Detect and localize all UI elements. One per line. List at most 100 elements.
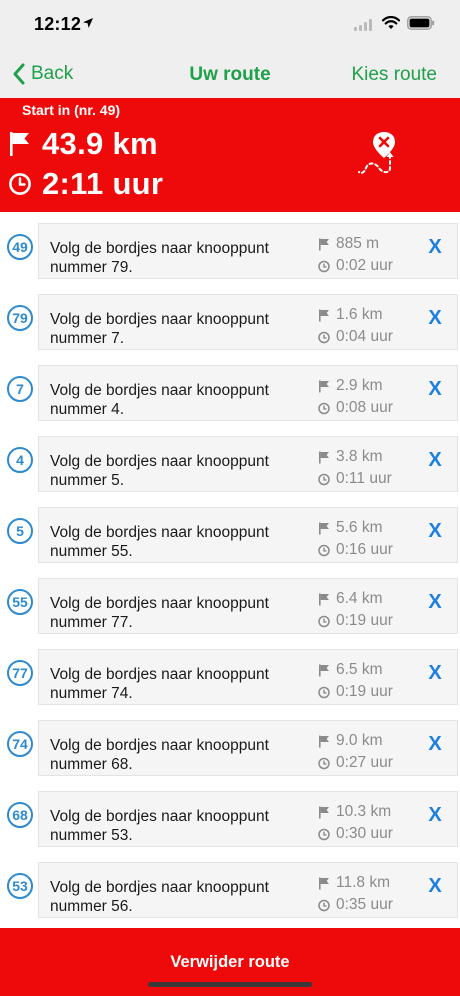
flag-icon xyxy=(319,735,329,747)
start-node-label: Start in (nr. 49) xyxy=(22,102,121,118)
step-duration: 0:35 uur xyxy=(318,896,418,914)
status-time: 12:12 xyxy=(34,14,82,34)
remove-step-button[interactable]: X xyxy=(420,662,450,686)
route-step-row[interactable]: 68 Volg de bordjes naar knooppunt nummer 5… xyxy=(0,780,460,851)
route-instruction: Volg de bordjes naar knooppunt nummer 56. xyxy=(50,878,310,916)
clock-icon xyxy=(318,899,330,911)
route-step-row[interactable]: 4 Volg de bordjes naar knooppunt nummer 5.… xyxy=(0,425,460,496)
remove-step-button[interactable]: X xyxy=(420,875,450,899)
remove-step-button[interactable]: X xyxy=(420,733,450,757)
remove-step-button[interactable]: X xyxy=(420,236,450,260)
instruction-line-2: nummer 53. xyxy=(50,827,133,844)
instruction-line-1: Volg de bordjes naar knooppunt xyxy=(50,240,269,257)
route-step-row[interactable]: 5 Volg de bordjes naar knooppunt nummer 55… xyxy=(0,496,460,567)
flag-icon xyxy=(319,877,329,889)
chevron-left-icon xyxy=(13,63,25,85)
remove-step-button[interactable]: X xyxy=(420,591,450,615)
route-step-row[interactable]: 7 Volg de bordjes naar knooppunt nummer 4.… xyxy=(0,354,460,425)
route-step-row[interactable]: 77 Volg de bordjes naar knooppunt nummer 7… xyxy=(0,638,460,709)
remove-step-button[interactable]: X xyxy=(420,520,450,544)
flag-icon xyxy=(319,380,329,392)
back-button[interactable]: Back xyxy=(12,60,73,88)
route-summary: Start in (nr. 49) 43.9 km 2:11 uur xyxy=(0,98,460,212)
remove-step-button[interactable]: X xyxy=(420,804,450,828)
step-distance-value: 5.6 km xyxy=(336,519,383,536)
instruction-line-2: nummer 5. xyxy=(50,472,125,489)
step-duration: 0:30 uur xyxy=(318,825,418,843)
step-duration: 0:02 uur xyxy=(318,257,418,275)
instruction-line-2: nummer 77. xyxy=(50,614,133,631)
flag-icon xyxy=(319,238,329,250)
instruction-line-2: nummer 79. xyxy=(50,259,133,276)
step-distance-value: 9.0 km xyxy=(336,732,383,749)
node-number-badge: 77 xyxy=(7,660,33,686)
step-distance: 3.8 km xyxy=(318,448,418,466)
status-bar: 12:12 xyxy=(0,0,460,50)
route-list[interactable]: 49 Volg de bordjes naar knooppunt nummer 7… xyxy=(0,212,460,928)
route-instruction: Volg de bordjes naar knooppunt nummer 53. xyxy=(50,807,310,845)
route-step-row[interactable]: 49 Volg de bordjes naar knooppunt nummer 7… xyxy=(0,212,460,283)
route-step-row[interactable]: 79 Volg de bordjes naar knooppunt nummer 7… xyxy=(0,283,460,354)
step-duration-value: 0:35 uur xyxy=(336,896,393,913)
step-distance: 9.0 km xyxy=(318,732,418,750)
step-distance-value: 6.5 km xyxy=(336,661,383,678)
step-duration-value: 0:11 uur xyxy=(336,470,392,487)
step-distance-value: 885 m xyxy=(336,235,380,252)
route-instruction: Volg de bordjes naar knooppunt nummer 7. xyxy=(50,310,310,348)
route-step-row[interactable]: 53 Volg de bordjes naar knooppunt nummer 5… xyxy=(0,851,460,922)
route-step-row[interactable]: 74 Volg de bordjes naar knooppunt nummer 6… xyxy=(0,709,460,780)
step-distance: 11.8 km xyxy=(318,874,418,892)
wifi-icon xyxy=(382,16,400,29)
instruction-line-1: Volg de bordjes naar knooppunt xyxy=(50,808,269,825)
route-instruction: Volg de bordjes naar knooppunt nummer 68. xyxy=(50,736,310,774)
back-label: Back xyxy=(31,63,74,84)
step-duration-value: 0:02 uur xyxy=(336,257,393,274)
battery-icon xyxy=(407,16,435,30)
home-indicator xyxy=(148,982,312,987)
instruction-line-2: nummer 74. xyxy=(50,685,133,702)
step-duration: 0:19 uur xyxy=(318,683,418,701)
step-distance: 1.6 km xyxy=(318,306,418,324)
remove-step-button[interactable]: X xyxy=(420,307,450,331)
step-duration: 0:27 uur xyxy=(318,754,418,772)
step-duration: 0:04 uur xyxy=(318,328,418,346)
step-distance: 2.9 km xyxy=(318,377,418,395)
clock-icon xyxy=(9,173,31,195)
node-number-badge: 55 xyxy=(7,589,33,615)
total-distance: 43.9 km xyxy=(42,126,158,161)
step-duration-value: 0:19 uur xyxy=(336,612,393,629)
step-distance: 5.6 km xyxy=(318,519,418,537)
instruction-line-1: Volg de bordjes naar knooppunt xyxy=(50,595,269,612)
route-instruction: Volg de bordjes naar knooppunt nummer 5. xyxy=(50,452,310,490)
flag-icon xyxy=(319,806,329,818)
clock-icon xyxy=(318,544,330,556)
step-distance: 6.4 km xyxy=(318,590,418,608)
clock-icon xyxy=(318,828,330,840)
route-instruction: Volg de bordjes naar knooppunt nummer 55. xyxy=(50,523,310,561)
instruction-line-1: Volg de bordjes naar knooppunt xyxy=(50,382,269,399)
total-duration: 2:11 uur xyxy=(42,166,164,201)
clock-icon xyxy=(318,402,330,414)
clock-icon xyxy=(318,686,330,698)
instruction-line-1: Volg de bordjes naar knooppunt xyxy=(50,524,269,541)
instruction-line-1: Volg de bordjes naar knooppunt xyxy=(50,879,269,896)
step-distance: 885 m xyxy=(318,235,418,253)
route-map-icon[interactable] xyxy=(356,128,402,178)
choose-route-button[interactable]: Kies route xyxy=(351,64,437,86)
step-duration-value: 0:30 uur xyxy=(336,825,393,842)
clock-icon xyxy=(318,615,330,627)
location-arrow-icon xyxy=(83,18,93,28)
route-instruction: Volg de bordjes naar knooppunt nummer 77. xyxy=(50,594,310,632)
instruction-line-2: nummer 55. xyxy=(50,543,133,560)
flag-icon xyxy=(319,664,329,676)
clock-icon xyxy=(318,331,330,343)
instruction-line-2: nummer 68. xyxy=(50,756,133,773)
route-step-row[interactable]: 55 Volg de bordjes naar knooppunt nummer 7… xyxy=(0,567,460,638)
route-instruction: Volg de bordjes naar knooppunt nummer 79. xyxy=(50,239,310,277)
remove-step-button[interactable]: X xyxy=(420,449,450,473)
instruction-line-1: Volg de bordjes naar knooppunt xyxy=(50,453,269,470)
step-distance-value: 1.6 km xyxy=(336,306,383,323)
remove-step-button[interactable]: X xyxy=(420,378,450,402)
step-distance-value: 11.8 km xyxy=(336,874,390,891)
step-duration: 0:19 uur xyxy=(318,612,418,630)
